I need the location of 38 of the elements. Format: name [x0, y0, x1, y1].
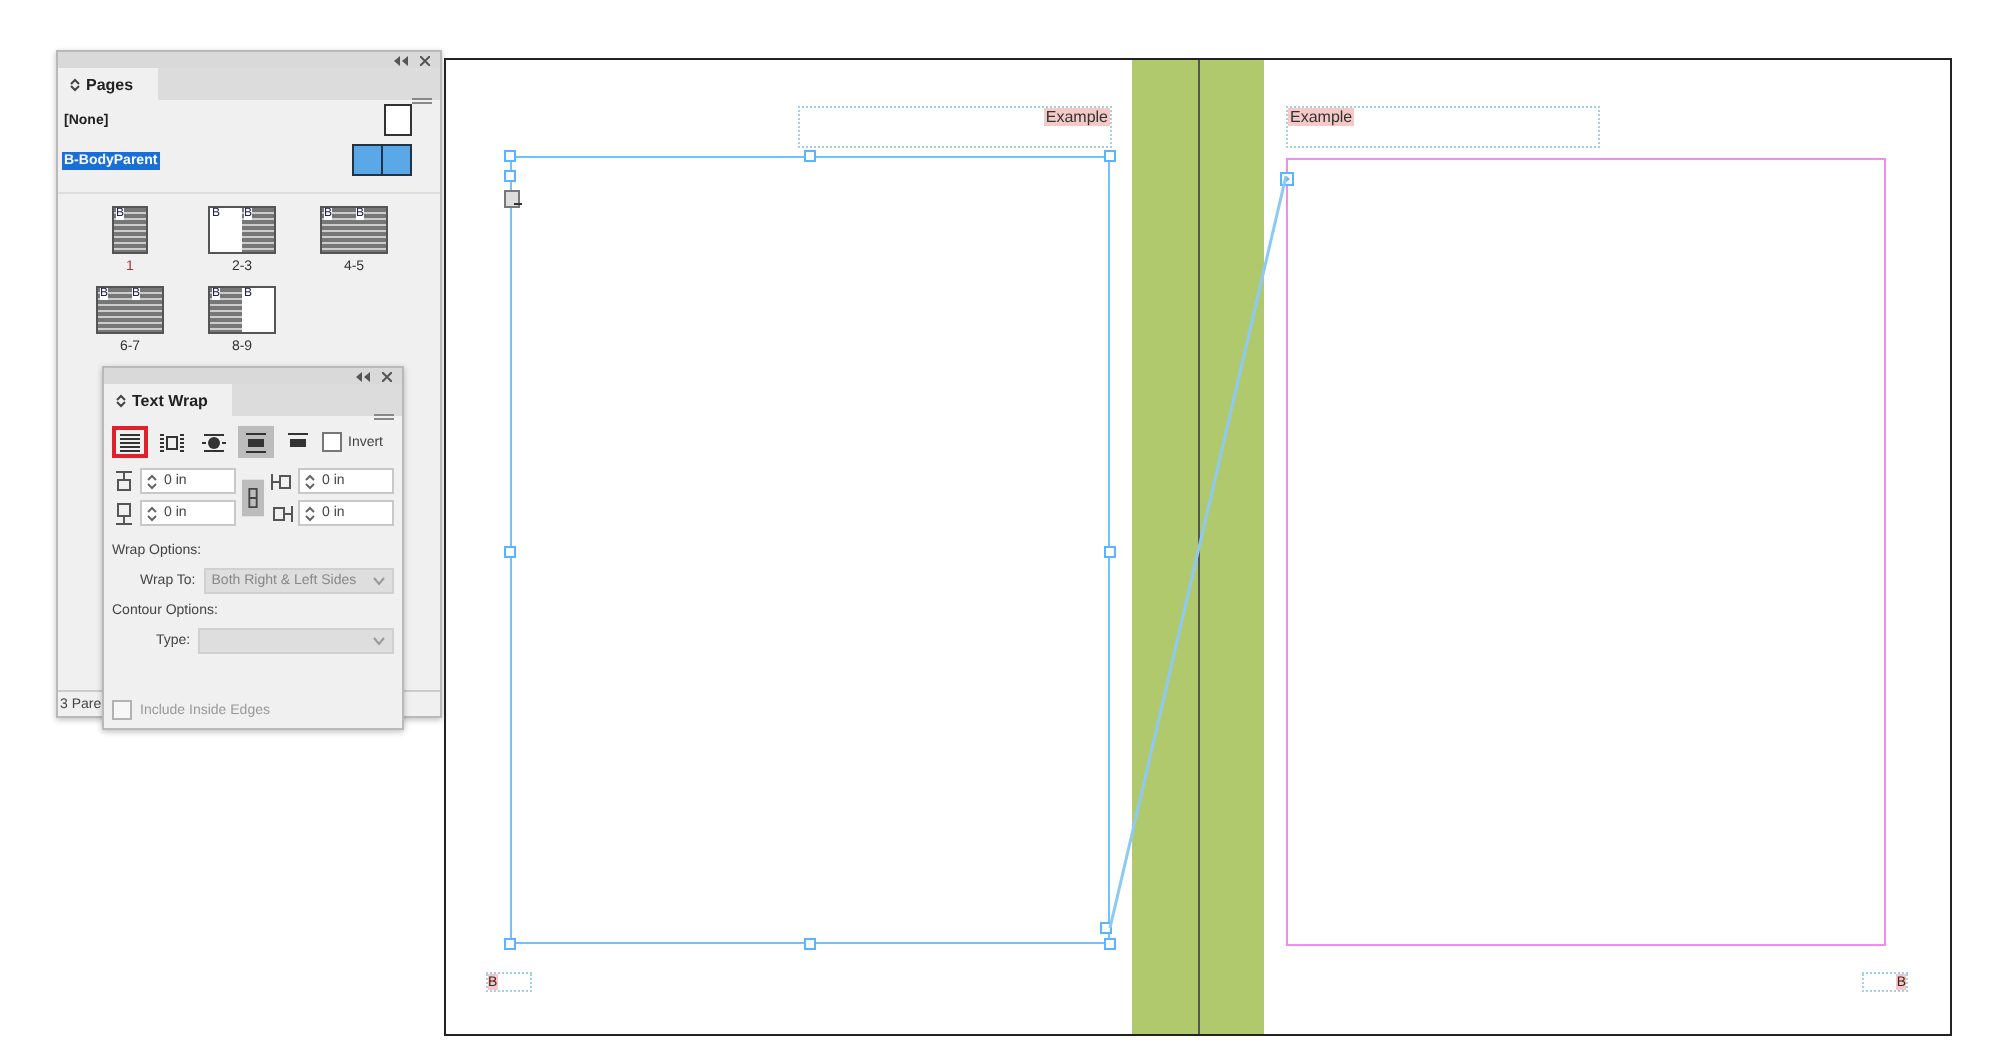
wrap-none-icon: [118, 431, 142, 453]
link-icon[interactable]: [242, 477, 264, 517]
panel-tab[interactable]: Pages: [58, 68, 158, 100]
resize-handle[interactable]: [504, 546, 516, 558]
close-icon[interactable]: [420, 55, 430, 65]
wrap-mode-button[interactable]: [112, 426, 148, 458]
invert-checkbox[interactable]: [322, 432, 342, 452]
wrap-mode-button[interactable]: [238, 426, 274, 458]
left-offset-icon: [270, 469, 294, 493]
header-text: Example: [1288, 108, 1355, 126]
resize-handle[interactable]: [504, 938, 516, 950]
panel-menu-icon[interactable]: [412, 98, 432, 104]
resize-handle[interactable]: [1104, 546, 1116, 558]
resize-handle[interactable]: [1104, 150, 1116, 162]
right-offset-icon: [270, 501, 294, 525]
expand-icon: [70, 77, 80, 91]
expand-icon: [116, 393, 126, 407]
bottom-offset-icon: [112, 501, 136, 525]
close-icon[interactable]: [382, 371, 392, 381]
stepper-icon[interactable]: [304, 503, 316, 523]
resize-handle[interactable]: [804, 150, 816, 162]
stepper-icon[interactable]: [146, 471, 158, 491]
caret-icon: [372, 576, 386, 586]
wrap-next-column-icon: [286, 431, 310, 453]
in-port-icon: [504, 190, 524, 210]
wrap-bounding-box-icon: [160, 431, 184, 453]
header-text: Example: [1043, 108, 1110, 126]
stepper-icon[interactable]: [304, 471, 316, 491]
spread-thumbnail-icon: [352, 144, 412, 176]
resize-handle[interactable]: [804, 938, 816, 950]
panel-tab[interactable]: Text Wrap: [104, 384, 232, 416]
caret-icon: [372, 636, 386, 646]
stepper-icon[interactable]: [146, 503, 158, 523]
page-thumbnail-icon: [384, 104, 412, 136]
wrap-shape-icon: [202, 431, 226, 453]
wrap-jump-object-icon: [244, 431, 268, 453]
panel-menu-icon[interactable]: [374, 414, 394, 420]
top-offset-icon: [112, 469, 136, 493]
